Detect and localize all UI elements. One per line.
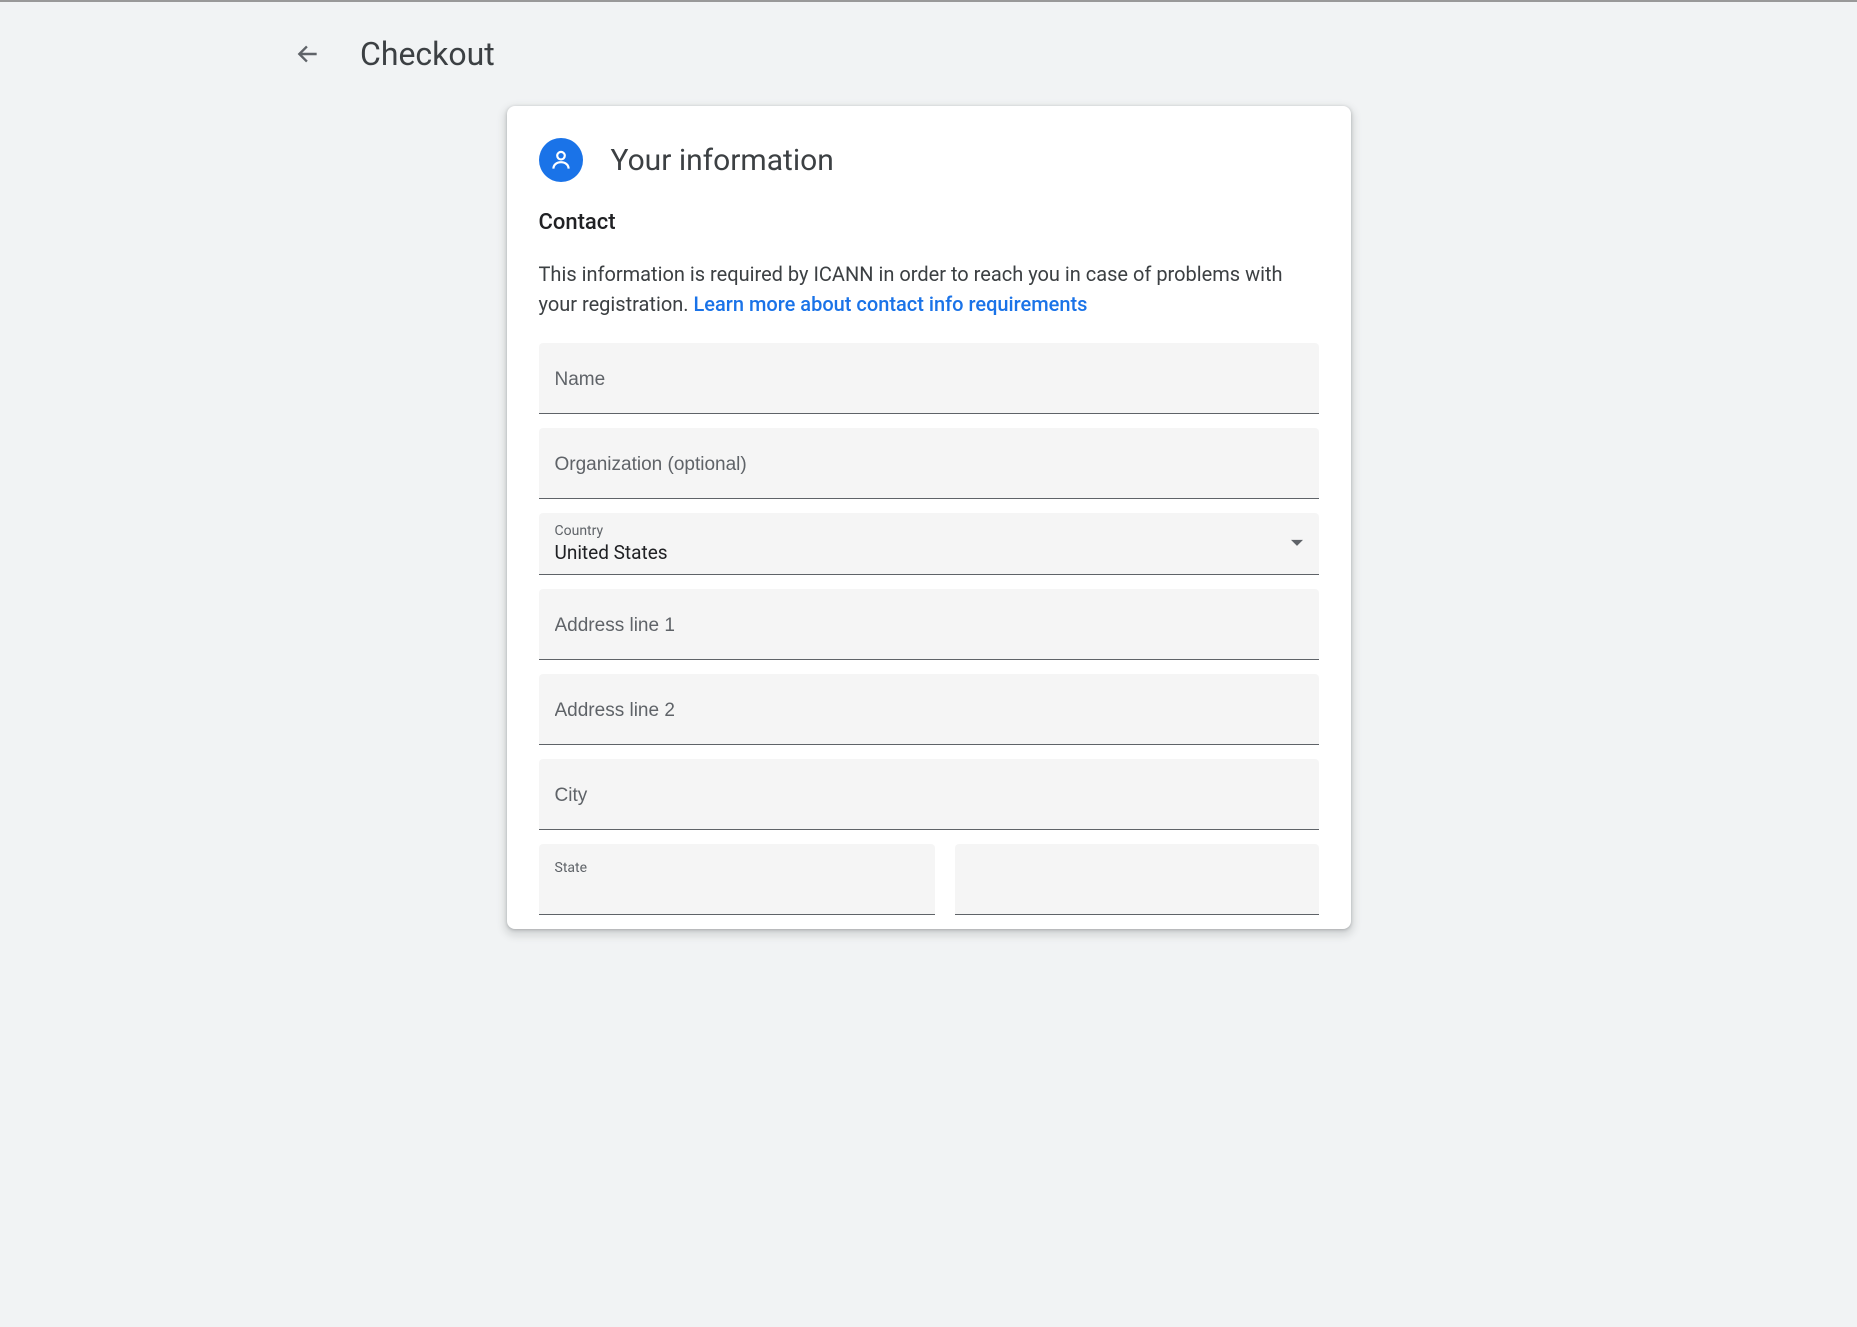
page-header: Checkout xyxy=(0,2,1857,106)
back-button[interactable] xyxy=(288,34,328,74)
contact-heading: Contact xyxy=(539,210,1319,235)
chevron-down-icon xyxy=(1291,534,1303,553)
country-label: Country xyxy=(555,523,1303,539)
address2-field-container xyxy=(539,674,1319,745)
country-select[interactable]: Country United States xyxy=(539,513,1319,575)
learn-more-link[interactable]: Learn more about contact info requiremen… xyxy=(694,292,1088,316)
organization-field-container xyxy=(539,428,1319,499)
state-select[interactable]: State xyxy=(539,844,935,915)
checkout-card: Your information Contact This informatio… xyxy=(507,106,1351,929)
country-value: United States xyxy=(555,541,1303,564)
extra-field-container xyxy=(955,844,1319,915)
section-header: Your information xyxy=(539,138,1319,182)
extra-field[interactable] xyxy=(955,844,1319,914)
city-field-container xyxy=(539,759,1319,830)
name-field-container xyxy=(539,343,1319,414)
page-title: Checkout xyxy=(360,35,495,73)
address-line-1-field[interactable] xyxy=(539,589,1319,659)
contact-description: This information is required by ICANN in… xyxy=(539,259,1319,319)
address1-field-container xyxy=(539,589,1319,660)
name-field[interactable] xyxy=(539,343,1319,413)
organization-field[interactable] xyxy=(539,428,1319,498)
section-title: Your information xyxy=(611,143,834,178)
person-icon xyxy=(539,138,583,182)
city-field[interactable] xyxy=(539,759,1319,829)
state-label: State xyxy=(555,860,919,876)
state-row: State xyxy=(539,844,1319,929)
address-line-2-field[interactable] xyxy=(539,674,1319,744)
arrow-left-icon xyxy=(295,41,321,67)
